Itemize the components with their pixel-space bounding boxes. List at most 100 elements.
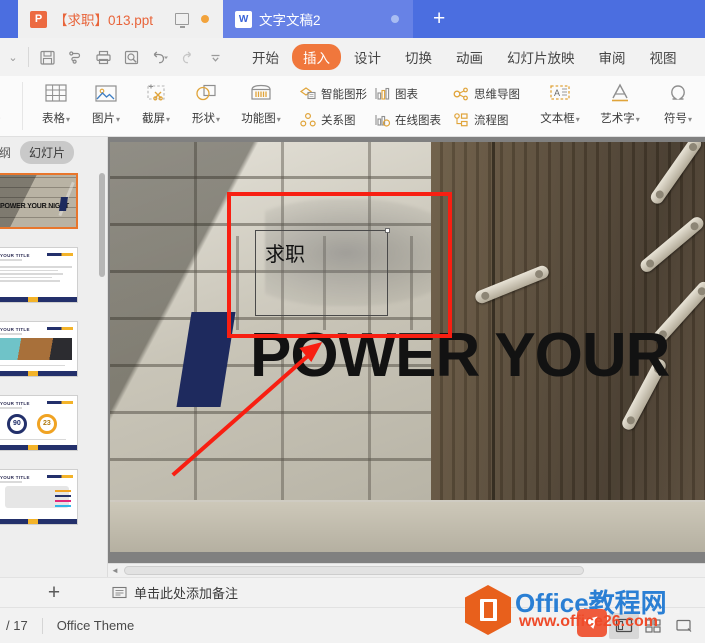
thumb-rule: [47, 327, 73, 330]
thumb-rule: [47, 475, 73, 478]
table-icon: [43, 80, 69, 108]
slide-counter: / 17: [6, 618, 28, 633]
tab-view[interactable]: 视图: [639, 44, 688, 70]
chart-label: 图表: [395, 88, 418, 101]
smartart-button[interactable]: 智能图形: [294, 81, 370, 107]
caret-icon: ▾: [65, 115, 70, 124]
thumb-subtitle-bar: [0, 407, 22, 409]
tab-design[interactable]: 设计: [343, 44, 392, 70]
save-icon[interactable]: [33, 43, 61, 71]
insert-shape-button[interactable]: 形状▾: [182, 76, 230, 136]
function-chart-icon: [248, 80, 274, 108]
thumb-rule: [47, 253, 73, 256]
cloud-save-icon[interactable]: [61, 43, 89, 71]
panel-tab-slides[interactable]: 幻灯片: [20, 140, 75, 164]
caret-icon: ▾: [215, 115, 220, 124]
list-lines-icon[interactable]: [579, 613, 609, 639]
collapse-ribbon-button[interactable]: ⌄: [0, 51, 26, 64]
panel-tab-outline[interactable]: 纲: [0, 141, 20, 164]
annotation-rectangle: [227, 192, 452, 338]
thumb-ring-1-value: 90: [13, 420, 21, 427]
normal-view-icon[interactable]: [609, 612, 639, 639]
panel-tab-strip: 纲 幻灯片: [0, 137, 107, 167]
shapes-icon: [193, 80, 219, 108]
slide-surface[interactable]: POWER YOUR 求职: [110, 142, 705, 552]
thumbnail-slide-2[interactable]: YOUR TITLE: [0, 247, 78, 303]
thumbnail-scrollbar[interactable]: [99, 173, 105, 277]
thumbnail-list[interactable]: POWER YOUR NIGHT YOUR TITLE YOUR TITLE Y…: [0, 167, 107, 577]
new-tab-button[interactable]: +: [413, 0, 705, 38]
thumbnail-slide-3[interactable]: YOUR TITLE: [0, 321, 78, 377]
smartart-icon: [297, 86, 319, 102]
thumbnail-slide-5[interactable]: YOUR TITLE: [0, 469, 78, 525]
thumb-ring-2: 23: [37, 414, 57, 434]
reading-view-icon[interactable]: [669, 613, 699, 639]
new-slide-button[interactable]: 片▾: [0, 76, 14, 136]
slide-sorter-icon[interactable]: [639, 613, 669, 639]
flowchart-label: 流程图: [474, 114, 509, 127]
notes-placeholder[interactable]: 单击此处添加备注: [134, 583, 238, 602]
powerpoint-icon: P: [30, 10, 47, 28]
online-chart-button[interactable]: 在线图表: [368, 107, 444, 133]
insert-symbol-label: 符号: [663, 113, 687, 125]
function-chart-button[interactable]: 功能图▾: [232, 76, 290, 136]
relation-chart-label: 关系图: [321, 114, 356, 127]
insert-table-label: 表格: [41, 113, 65, 125]
slide-canvas-area: POWER YOUR 求职 ◄: [108, 137, 705, 577]
thumb-subtitle-bar: [0, 481, 22, 483]
mindmap-icon: [450, 86, 472, 102]
insert-table-button[interactable]: 表格▾: [32, 76, 80, 136]
wordart-icon: [606, 80, 634, 108]
add-slide-button[interactable]: +: [0, 581, 108, 605]
document-tab-word[interactable]: W 文字文稿2: [223, 0, 414, 38]
chart-icon: [371, 86, 393, 102]
view-switcher: [579, 612, 705, 639]
tab-transition[interactable]: 切换: [394, 44, 443, 70]
undo-icon[interactable]: [145, 43, 173, 71]
svg-text:A: A: [554, 88, 560, 98]
wordart-button[interactable]: 艺术字▾: [592, 76, 648, 136]
tab-review[interactable]: 审阅: [588, 44, 637, 70]
thumbnail-slide-4[interactable]: YOUR TITLE 90 23: [0, 395, 78, 451]
screenshot-label: 截屏: [141, 113, 165, 125]
insert-textbox-button[interactable]: A 文本框▾: [532, 76, 588, 136]
print-icon[interactable]: [89, 43, 117, 71]
mindmap-button[interactable]: 思维导图: [447, 81, 523, 107]
thumb-footer-bar: [0, 445, 77, 450]
thumb-footer-bar: [0, 519, 77, 524]
canvas-hscrollbar[interactable]: ◄: [108, 563, 705, 577]
smartart-group: 智能图形 关系图: [292, 76, 372, 136]
screenshot-icon: [143, 80, 169, 108]
scroll-left-arrow[interactable]: ◄: [108, 566, 122, 575]
tab-start[interactable]: 开始: [241, 44, 290, 70]
insert-textbox-label: 文本框: [540, 113, 575, 125]
title-bar-left-pad: [0, 0, 18, 38]
flowchart-button[interactable]: 流程图: [447, 107, 523, 133]
insert-symbol-button[interactable]: 符号▾: [652, 76, 704, 136]
tab-slideshow[interactable]: 幻灯片放映: [496, 44, 586, 70]
monitor-icon[interactable]: [175, 13, 190, 28]
quick-access-and-tabs-row: ⌄ 开始 插入 设计 切换 动画 幻灯片放映 审阅 视图: [0, 38, 705, 76]
tab-insert[interactable]: 插入: [292, 44, 341, 70]
document-tab-ppt[interactable]: P 【求职】013.ppt: [18, 0, 224, 38]
tab-animation[interactable]: 动画: [445, 44, 494, 70]
chart-button[interactable]: 图表: [368, 81, 444, 107]
thumbnail-slide-1[interactable]: POWER YOUR NIGHT: [0, 173, 78, 229]
insert-picture-label: 图片: [91, 113, 115, 125]
insert-picture-button[interactable]: 图片▾: [82, 76, 130, 136]
caret-icon: ▾: [575, 115, 580, 124]
print-preview-icon[interactable]: [117, 43, 145, 71]
word-icon: W: [235, 10, 253, 28]
new-tab-label: +: [433, 7, 446, 30]
relation-chart-button[interactable]: 关系图: [294, 107, 370, 133]
ribbon-insert-panel: 片▾ 表格▾ 图片▾: [0, 76, 705, 137]
hscrollbar-thumb[interactable]: [124, 566, 584, 575]
caret-icon: ▾: [687, 115, 692, 124]
caret-icon: ▾: [635, 115, 640, 124]
notes-icon: [112, 586, 127, 600]
redo-icon[interactable]: [173, 43, 201, 71]
chevron-down-icon[interactable]: [201, 43, 229, 71]
thumb-photo: [0, 338, 72, 360]
screenshot-button[interactable]: 截屏▾: [132, 76, 180, 136]
door-hinge: [648, 142, 704, 207]
